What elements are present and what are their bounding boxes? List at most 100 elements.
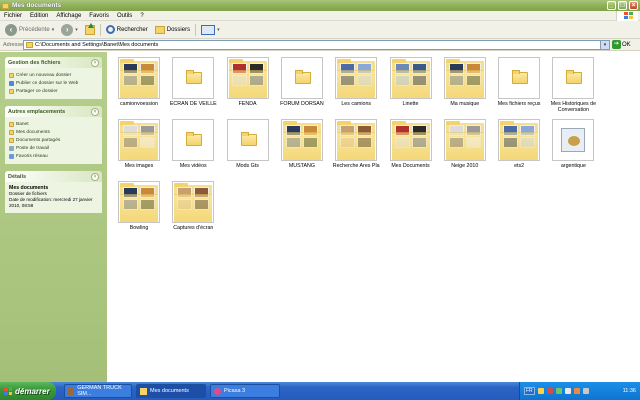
title-bar: Mes documents _ □ × [0, 0, 640, 11]
window-controls: _ □ × [607, 1, 638, 10]
address-bar: Adresse C:\Documents and Settings\Banet\… [0, 39, 640, 51]
tray-icon[interactable] [573, 388, 580, 394]
collapse-icon[interactable]: ˄ [91, 58, 99, 67]
folder-icon [2, 2, 9, 9]
address-path[interactable]: C:\Documents and Settings\Banet\Mes docu… [35, 42, 598, 48]
folder-thumbnail [335, 57, 378, 99]
folder-thumbnail [118, 57, 160, 99]
tray-icon[interactable] [546, 388, 553, 394]
start-button[interactable]: démarrer [0, 382, 56, 400]
folder-thumbnail [226, 57, 269, 99]
file-tasks-header[interactable]: Gestion des fichiers ˄ [5, 57, 102, 68]
folder-thumbnail [443, 119, 486, 161]
menu-edit[interactable]: Edition [30, 13, 48, 19]
folder-thumbnail [118, 119, 160, 161]
window-title: Mes documents [12, 2, 62, 9]
folder-thumbnail [498, 57, 541, 99]
language-indicator[interactable]: FR [524, 387, 535, 395]
document-icon [561, 128, 586, 152]
game-icon [68, 387, 75, 395]
menu-help[interactable]: ? [140, 13, 143, 19]
close-button[interactable]: × [629, 1, 638, 10]
network-icon [9, 153, 14, 159]
folder-thumbnail [335, 119, 378, 161]
forward-arrow-icon: › [61, 23, 74, 36]
folder-thumbnail [389, 57, 432, 99]
up-button[interactable] [83, 22, 97, 37]
taskbar-task-my-documents[interactable]: Mes documents [136, 384, 206, 398]
menu-tools[interactable]: Outils [117, 13, 132, 19]
folder-icon [140, 387, 147, 395]
address-field[interactable]: C:\Documents and Settings\Banet\Mes docu… [23, 39, 610, 50]
views-button[interactable]: ▾ [199, 23, 222, 37]
back-label: Précédente [19, 26, 50, 33]
task-new-folder[interactable]: Créer un nouveau dossier [9, 71, 98, 79]
folder-thumbnail [552, 57, 595, 99]
place-banet[interactable]: Banet [9, 120, 98, 128]
chevron-down-icon[interactable]: ▾ [52, 27, 55, 33]
folder-icon [512, 70, 529, 84]
folder-icon [26, 41, 33, 48]
chevron-down-icon[interactable]: ▾ [600, 40, 609, 49]
clock[interactable]: 11:36 [623, 388, 636, 394]
other-places-title: Autres emplacements [8, 108, 66, 115]
task-share-folder[interactable]: Partager ce dossier [9, 87, 98, 95]
maximize-button[interactable]: □ [618, 1, 627, 10]
search-button[interactable]: Rechercher [104, 23, 150, 37]
details-modified: Date de modification: mercredi 27 janvie… [9, 197, 93, 208]
file-thumbnail [552, 119, 595, 161]
folder-icon [294, 70, 311, 84]
folder-item[interactable]: argentique [551, 118, 617, 176]
folder-item[interactable]: Captures d'écran [171, 180, 237, 238]
go-button[interactable]: ➔ OK [612, 40, 631, 49]
place-shared-documents[interactable]: Documents partagés [9, 136, 98, 144]
other-places-header[interactable]: Autres emplacements ˄ [5, 106, 102, 117]
go-arrow-icon: ➔ [612, 40, 621, 49]
back-button[interactable]: ‹ Précédente ▾ [3, 23, 56, 37]
globe-icon [9, 80, 14, 86]
folders-label: Dossiers [166, 26, 191, 33]
taskbar-task-picasa[interactable]: Picasa 3 [210, 384, 280, 398]
folders-button[interactable]: Dossiers [153, 23, 192, 37]
task-label: GERMAN TRUCK SIM... [77, 385, 122, 397]
chevron-down-icon[interactable]: ▾ [217, 27, 220, 33]
task-publish-web[interactable]: Publier ce dossier sur le Web [9, 79, 98, 87]
taskbar-task-truck-sim[interactable]: GERMAN TRUCK SIM... [64, 384, 132, 398]
details-header[interactable]: Détails ˄ [5, 171, 102, 182]
collapse-icon[interactable]: ˄ [91, 172, 99, 181]
volume-icon[interactable] [582, 388, 589, 394]
menu-file[interactable]: Fichier [4, 13, 22, 19]
collapse-icon[interactable]: ˄ [91, 107, 99, 116]
menu-favorites[interactable]: Favoris [89, 13, 109, 19]
folder-icon [9, 121, 14, 127]
tray-icon[interactable] [555, 388, 562, 394]
windows-logo [616, 11, 638, 21]
tray-icon[interactable] [564, 388, 571, 394]
menu-view[interactable]: Affichage [56, 13, 81, 19]
task-label: Partager ce dossier [16, 88, 58, 94]
folder-thumbnail [443, 57, 486, 99]
search-icon [105, 25, 115, 34]
place-my-computer[interactable]: Poste de travail [9, 144, 98, 152]
menu-bar: Fichier Edition Affichage Favoris Outils… [0, 11, 640, 21]
other-places-panel: Autres emplacements ˄ Banet Mes document… [5, 106, 102, 164]
folder-thumbnail [172, 119, 215, 161]
new-folder-icon [9, 72, 14, 78]
chevron-down-icon[interactable]: ▾ [75, 27, 78, 33]
folder-thumbnail [389, 119, 432, 161]
place-network[interactable]: Favoris réseau [9, 152, 98, 160]
computer-icon [9, 145, 14, 151]
system-tray: FR 11:36 [519, 382, 640, 400]
details-title: Détails [8, 173, 27, 180]
search-label: Rechercher [116, 26, 148, 33]
place-my-documents[interactable]: Mes documents [9, 128, 98, 136]
address-label: Adresse [3, 41, 24, 48]
task-label: Picasa 3 [224, 388, 246, 394]
minimize-button[interactable]: _ [607, 1, 616, 10]
forward-button[interactable]: › ▾ [59, 23, 80, 37]
tray-icon[interactable] [537, 388, 544, 394]
folder-icon [9, 137, 14, 143]
folder-item[interactable]: Mes Historiques de Conversation [551, 56, 617, 114]
folder-icon [186, 70, 203, 84]
details-panel: Détails ˄ Mes documents Dossier de fichi… [5, 171, 102, 213]
